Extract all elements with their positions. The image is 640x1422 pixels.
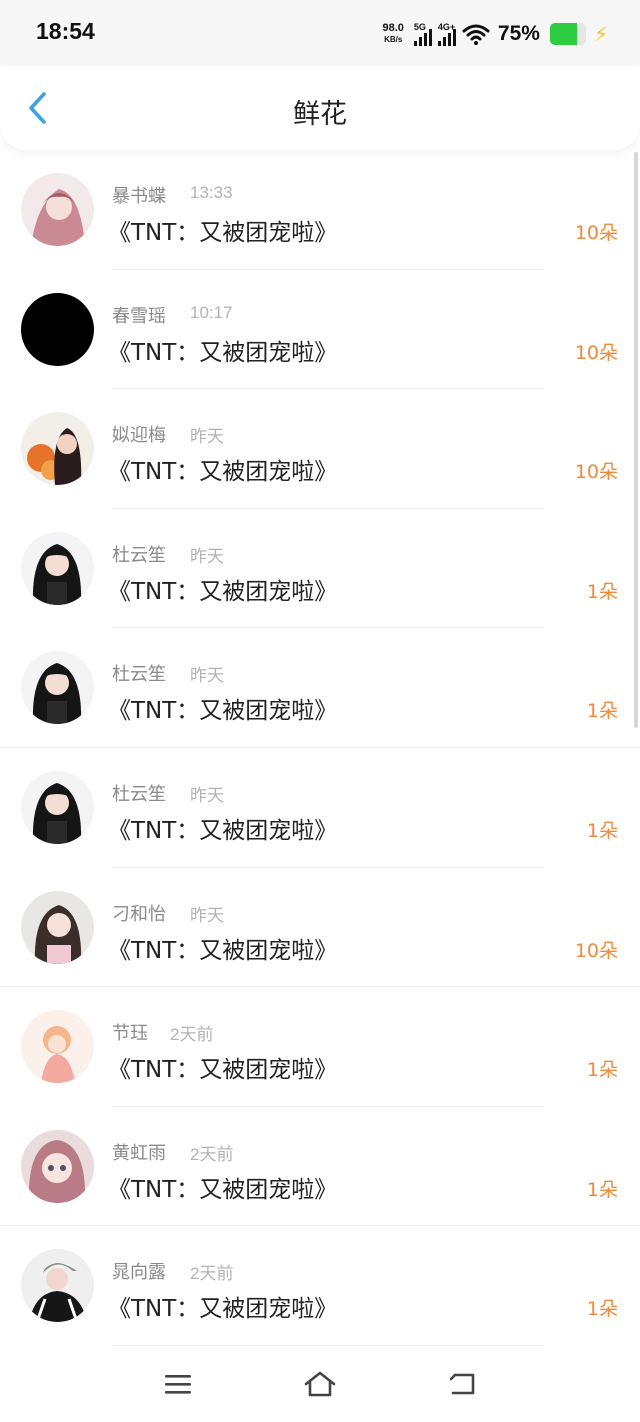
menu-icon [165,1375,191,1394]
gift-row[interactable]: 杜云笙 昨天《TNT：又被团宠啦》 1朵 [0,628,640,748]
avatar[interactable] [21,890,94,964]
battery-percent: 75% [497,22,540,45]
app-bar: 鲜花 [0,66,640,150]
book-title[interactable]: 《TNT：又被团宠啦》 [108,1050,337,1084]
user-name[interactable]: 杜云笙 [112,780,166,806]
scrollbar[interactable] [634,152,638,728]
book-title[interactable]: 《TNT：又被团宠啦》 [108,572,337,606]
user-name[interactable]: 黄虹雨 [112,1139,166,1165]
user-name[interactable]: 暴书蝶 [112,182,166,208]
signal-5g-icon: 5G [413,22,432,46]
home-button[interactable] [300,1364,340,1404]
status-indicators: 98.0 KB/s 5G 4G+ 75% ⚡ [383,18,608,50]
avatar[interactable] [21,531,94,605]
gift-row[interactable]: 黄虹雨 2天前《TNT：又被团宠啦》 1朵 [0,1107,640,1227]
book-title[interactable]: 《TNT：又被团宠啦》 [108,213,337,247]
book-title[interactable]: 《TNT：又被团宠啦》 [108,931,337,965]
avatar[interactable] [21,651,94,725]
user-name[interactable]: 刁和怡 [112,900,166,926]
avatar[interactable] [21,1010,94,1084]
book-title[interactable]: 《TNT：又被团宠啦》 [108,452,337,486]
gift-time: 2天前 [170,1025,214,1045]
gift-time: 10:17 [190,302,233,322]
flower-count: 10朵 [574,461,618,484]
book-title[interactable]: 《TNT：又被团宠啦》 [108,1170,337,1204]
network-speed-value: 98.0 [382,22,404,34]
avatar[interactable] [21,1129,94,1203]
gift-row[interactable]: 杜云笙 昨天《TNT：又被团宠啦》 1朵 [0,509,640,629]
avatar[interactable] [21,1249,94,1323]
charging-icon: ⚡ [593,22,608,46]
network-speed-unit: KB/s [384,35,403,44]
signal-5g-label: 5G [413,22,426,32]
user-name[interactable]: 杜云笙 [112,660,166,686]
book-title[interactable]: 《TNT：又被团宠啦》 [108,811,337,845]
flower-count: 10朵 [574,341,618,364]
gift-row[interactable]: 春雪瑶 10:17 《TNT：又被团宠啦》 10朵 [0,270,640,390]
flower-count: 1朵 [586,819,618,842]
gift-time: 昨天 [190,666,224,686]
network-speed: 98.0 KB/s [383,23,404,45]
gift-time: 2天前 [190,1264,234,1284]
gift-row[interactable]: 暴书蝶 13:33 《TNT：又被团宠啦》 10朵 [0,150,640,270]
gift-row[interactable]: 姒迎梅 昨天《TNT：又被团宠啦》 10朵 [0,389,640,509]
user-name[interactable]: 晁向露 [112,1258,166,1284]
flower-count: 10朵 [574,222,618,244]
gift-time: 昨天 [190,785,224,805]
avatar[interactable] [21,292,94,366]
battery-fill [549,23,577,45]
gift-time: 2天前 [190,1144,234,1164]
system-nav-bar [0,1346,640,1422]
avatar[interactable] [21,412,94,486]
user-name[interactable]: 春雪瑶 [112,302,166,328]
gift-time: 13:33 [190,183,233,202]
page-title: 鲜花 [293,99,347,130]
gift-row[interactable]: 晁向露 2天前《TNT：又被团宠啦》 1朵 [0,1226,640,1346]
home-icon [304,1371,336,1397]
user-name[interactable]: 节珏 [112,1019,148,1045]
menu-button[interactable] [158,1364,198,1404]
flower-count: 1朵 [586,700,618,723]
gift-row[interactable]: 节珏 2天前《TNT：又被团宠啦》 1朵 [0,987,640,1107]
user-name[interactable]: 姒迎梅 [112,421,166,447]
battery-icon [549,23,586,45]
flower-count: 1朵 [586,1298,618,1321]
book-title[interactable]: 《TNT：又被团宠啦》 [108,1289,337,1323]
flower-count: 10朵 [574,939,618,962]
book-title[interactable]: 《TNT：又被团宠啦》 [108,691,337,725]
avatar[interactable] [21,770,94,844]
user-name[interactable]: 杜云笙 [112,541,166,567]
wifi-icon [462,24,490,45]
return-icon [449,1373,475,1395]
gift-time: 昨天 [190,905,224,925]
avatar[interactable] [21,173,94,246]
flower-gift-list: 暴书蝶 13:33 《TNT：又被团宠啦》 10朵 春雪瑶 10:17 《TNT：又被团宠啦… [0,150,640,1346]
book-title[interactable]: 《TNT：又被团宠啦》 [108,333,337,367]
gift-time: 昨天 [190,427,224,447]
signal-4g-label: 4G+ [437,22,456,32]
flower-count: 1朵 [586,1178,618,1201]
flower-count: 1朵 [586,580,618,603]
status-bar: 18:54 98.0 KB/s 5G 4G+ 75% ⚡ [0,0,640,66]
signal-4g-icon: 4G+ [437,22,456,46]
gift-row[interactable]: 杜云笙 昨天《TNT：又被团宠啦》 1朵 [0,748,640,868]
status-time: 18:54 [36,18,95,44]
flower-count: 1朵 [586,1059,618,1082]
gift-row[interactable]: 刁和怡 昨天《TNT：又被团宠啦》 10朵 [0,868,640,988]
gift-time: 昨天 [190,546,224,566]
system-back-button[interactable] [442,1364,482,1404]
